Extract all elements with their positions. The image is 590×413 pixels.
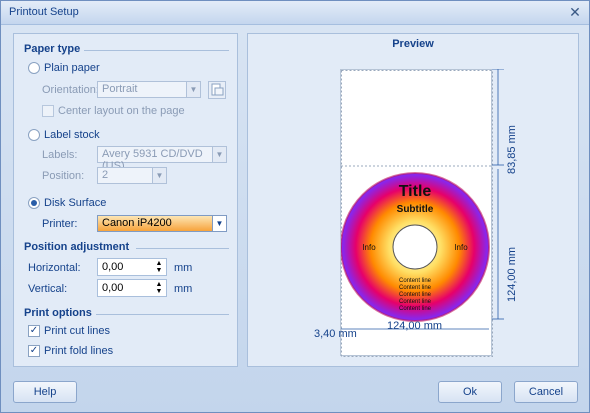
position-adjustment-heading: Position adjustment [24,241,130,253]
dialog-body: Paper type Plain paper Orientation: Port… [1,25,589,412]
horizontal-stepper[interactable]: 0,00 ▲ ▼ [97,258,167,276]
printer-value: Canon iP4200 [102,217,172,229]
cancel-button[interactable]: Cancel [514,381,578,403]
labels-select[interactable]: Avery 5931 CD/DVD (US) ▼ [97,146,227,172]
chevron-down-icon[interactable]: ▼ [212,147,226,162]
help-button[interactable]: Help [13,381,77,403]
orientation-value: Portrait [102,83,138,95]
position-label: Position: [42,170,85,182]
horizontal-unit: mm [174,262,193,274]
disc-content-line: Content line [399,292,432,298]
labels-label: Labels: [42,149,78,161]
down-arrow-icon[interactable]: ▼ [154,267,164,274]
print-fold-lines-label[interactable]: Print fold lines [44,345,113,357]
vertical-value: 0,00 [102,282,124,294]
label-stock-label[interactable]: Label stock [44,129,100,141]
plain-paper-radio[interactable] [28,62,40,74]
top-margin-dimension: 83,85 mm [506,125,518,174]
horizontal-label: Horizontal: [28,262,81,274]
vertical-stepper[interactable]: 0,00 ▲ ▼ [97,279,167,297]
print-fold-lines-checkbox[interactable]: ✓ [28,345,40,357]
window-title: Printout Setup [9,6,79,18]
settings-panel: Paper type Plain paper Orientation: Port… [13,33,238,367]
disc-content-line: Content line [399,306,432,312]
ok-button[interactable]: Ok [438,381,502,403]
separator [84,50,229,51]
disk-surface-radio[interactable] [28,197,40,209]
page-setup-icon[interactable] [208,81,226,99]
disk-surface-label[interactable]: Disk Surface [44,197,106,209]
vertical-unit: mm [174,283,193,295]
disc-subtitle: Subtitle [397,204,434,215]
printout-setup-dialog: Printout Setup ✕ Paper type Plain paper … [0,0,590,413]
print-cut-lines-checkbox[interactable]: ✓ [28,325,40,337]
preview-heading: Preview [392,38,434,50]
print-options-heading: Print options [24,307,92,319]
center-layout-label: Center layout on the page [58,105,185,117]
left-margin-dimension: 3,40 mm [314,328,357,340]
disc-info-right: Info [454,243,468,252]
disc-height-dimension: 124,00 mm [506,246,518,302]
preview-panel: Preview Title Subtitle Info Info Content… [247,33,579,367]
center-layout-checkbox[interactable] [42,105,54,117]
disc-title: Title [399,183,432,200]
separator [96,314,229,315]
chevron-down-icon[interactable]: ▼ [186,82,200,97]
separator [136,248,229,249]
preview-page: Title Subtitle Info Info Content line Co… [340,69,499,357]
label-stock-radio[interactable] [28,129,40,141]
up-arrow-icon[interactable]: ▲ [154,260,164,267]
position-value: 2 [102,169,109,181]
down-arrow-icon[interactable]: ▼ [154,288,164,295]
chevron-down-icon[interactable]: ▼ [152,168,166,183]
horizontal-value: 0,00 [102,261,124,273]
disc-preview: Title Subtitle Info Info Content line Co… [340,70,499,357]
disc-content-line: Content line [399,285,432,291]
disc-content-line: Content line [399,299,432,305]
chevron-down-icon[interactable]: ▼ [212,216,226,231]
close-icon[interactable]: ✕ [567,4,583,20]
disc-width-dimension: 124,00 mm [387,320,443,332]
print-cut-lines-label[interactable]: Print cut lines [44,325,110,337]
paper-type-heading: Paper type [24,43,81,55]
printer-select[interactable]: Canon iP4200 ▼ [97,215,227,232]
printer-label: Printer: [42,218,78,230]
orientation-label: Orientation: [42,84,99,96]
disc-content-line: Content line [399,278,432,284]
position-select[interactable]: 2 ▼ [97,167,167,184]
plain-paper-label[interactable]: Plain paper [44,62,100,74]
title-bar[interactable]: Printout Setup ✕ [1,1,589,25]
vertical-label: Vertical: [28,283,68,295]
disc-info-left: Info [362,243,376,252]
up-arrow-icon[interactable]: ▲ [154,281,164,288]
disc-hole [392,224,438,270]
orientation-select[interactable]: Portrait ▼ [97,81,201,98]
